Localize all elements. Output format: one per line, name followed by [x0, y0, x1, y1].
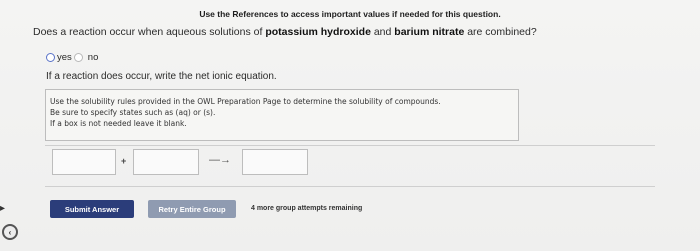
back-chevron-icon: ‹ — [8, 227, 12, 237]
yes-radio[interactable] — [46, 53, 55, 62]
hint-line-1: Use the solubility rules provided in the… — [50, 97, 441, 106]
reaction-radio-group: yes no — [46, 52, 98, 63]
no-label[interactable]: no — [88, 52, 99, 63]
reactant-box-2[interactable] — [133, 149, 199, 175]
product-box[interactable] — [242, 149, 308, 175]
question-prefix: Does a reaction occur when aqueous solut… — [33, 26, 266, 38]
reactant-2: barium nitrate — [394, 26, 465, 38]
reactant-box-1[interactable] — [52, 149, 116, 175]
hint-box: Use the solubility rules provided in the… — [45, 89, 519, 141]
instruction-text: If a reaction does occur, write the net … — [46, 71, 277, 82]
plus-sign: + — [121, 156, 127, 166]
submit-answer-button[interactable]: Submit Answer — [50, 200, 134, 218]
references-notice: Use the References to access important v… — [199, 9, 501, 19]
collapse-arrow-icon[interactable]: ▸ — [0, 203, 5, 214]
retry-group-button[interactable]: Retry Entire Group — [148, 200, 236, 218]
no-radio[interactable] — [73, 53, 83, 62]
hint-line-3: If a box is not needed leave it blank. — [50, 119, 187, 128]
reactant-1: potassium hydroxide — [265, 26, 371, 38]
back-circle-icon[interactable]: ‹ — [2, 224, 18, 240]
owl-question-page: Use the References to access important v… — [0, 0, 700, 251]
yes-label[interactable]: yes — [57, 52, 72, 63]
question-text: Does a reaction occur when aqueous solut… — [33, 26, 537, 38]
reaction-arrow-icon: —→ — [209, 154, 231, 166]
attempts-remaining: 4 more group attempts remaining — [251, 205, 363, 212]
question-middle: and — [370, 26, 395, 38]
hint-line-2: Be sure to specify states such as (aq) o… — [50, 108, 216, 117]
question-suffix: are combined? — [464, 26, 537, 38]
